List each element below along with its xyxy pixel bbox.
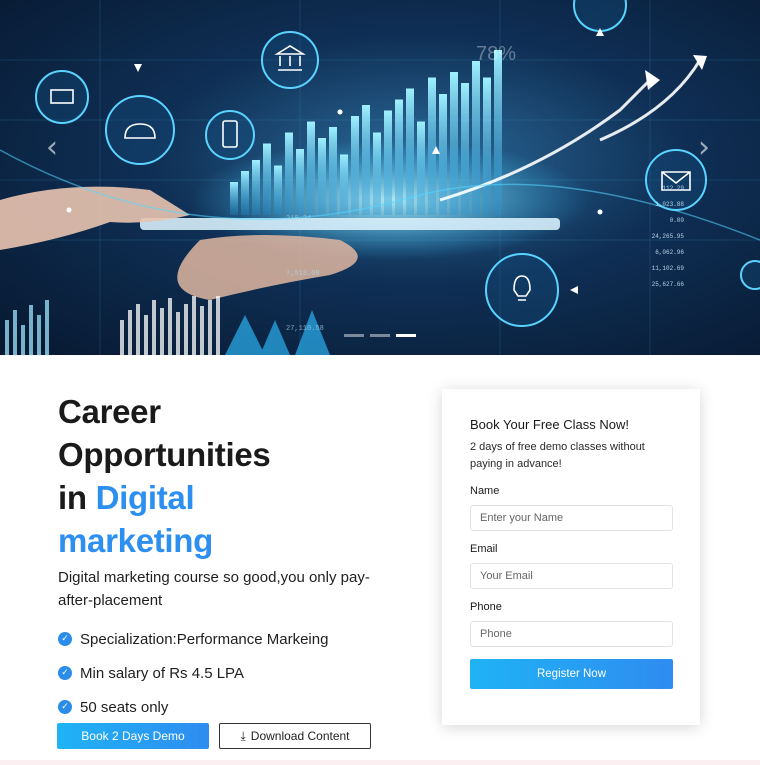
ticker-value: 25,627.66	[652, 281, 685, 288]
ticker-value: 24,265.95	[652, 233, 685, 240]
hero-bar	[373, 132, 381, 215]
hero-bar	[483, 77, 491, 215]
hero-bar	[395, 99, 403, 215]
feature-text: 50 seats only	[80, 698, 169, 716]
headline-line-3-prefix: in	[58, 479, 87, 516]
hero-bar	[252, 160, 260, 215]
hero-banner: 112.29 1,023.88 0.00 24,265.95 6,062.96 11,10…	[0, 0, 760, 355]
check-circle-icon: ✓	[58, 632, 72, 646]
bottom-strip	[0, 760, 760, 765]
name-label: Name	[470, 485, 500, 497]
download-content-label: Download Content	[250, 729, 350, 743]
check-circle-icon: ✓	[58, 700, 72, 714]
register-button[interactable]: Register Now	[470, 659, 673, 689]
carousel-next-icon[interactable]: ›	[698, 130, 710, 165]
form-subtitle: 2 days of free demo classes without payi…	[470, 441, 645, 470]
headline-subtext: Digital marketing course so good,you onl…	[58, 569, 370, 609]
hero-bar	[384, 110, 392, 215]
headline-accent-digital: Digital	[95, 479, 195, 516]
headline-line-2: Opportunities	[58, 436, 271, 473]
phone-field[interactable]	[470, 621, 673, 647]
feature-list: ✓ Specialization:Performance Markeing ✓ …	[58, 622, 328, 724]
hero-bar	[362, 105, 370, 215]
hero-bar	[472, 61, 480, 215]
phone-label: Phone	[470, 601, 502, 613]
page-headline: Career Opportunities in Digital marketin…	[58, 390, 388, 562]
hero-percent-overlay: 78%	[476, 43, 516, 65]
feature-item: ✓ Min salary of Rs 4.5 LPA	[58, 656, 328, 690]
hero-bar	[351, 116, 359, 215]
carousel-dot-2[interactable]	[370, 334, 390, 337]
download-icon: ⤓	[240, 728, 246, 743]
carousel-dot-3[interactable]	[396, 334, 416, 337]
headline-line-1: Career	[58, 393, 161, 430]
hero-bar	[494, 50, 502, 215]
ticker-value: 11,102.69	[652, 265, 685, 272]
hero-bar	[417, 121, 425, 215]
form-title: Book Your Free Class Now!	[470, 417, 629, 432]
hero-bar	[406, 88, 414, 215]
book-demo-button[interactable]: Book 2 Days Demo	[57, 723, 209, 749]
chart-number: 210.24	[286, 215, 311, 223]
ticker-value: 1,023.88	[655, 201, 684, 208]
chart-number: 7,513.08	[286, 270, 320, 278]
feature-text: Min salary of Rs 4.5 LPA	[80, 664, 244, 682]
hero-bar	[274, 165, 282, 215]
hero-bar	[263, 143, 271, 215]
hero-bar	[318, 138, 326, 215]
hand-right-shape	[177, 235, 358, 300]
ticker-value: 0.00	[670, 217, 685, 224]
carousel-dots	[344, 334, 416, 337]
hero-bar	[285, 132, 293, 215]
hero-bar	[428, 77, 436, 215]
hero-bar	[230, 182, 238, 215]
feature-item: ✓ 50 seats only	[58, 690, 328, 724]
feature-text: Specialization:Performance Markeing	[80, 630, 329, 648]
hero-bar	[340, 154, 348, 215]
hero-small-bars	[5, 296, 220, 355]
email-label: Email	[470, 543, 498, 555]
feature-item: ✓ Specialization:Performance Markeing	[58, 622, 328, 656]
chart-number: 27,110.58	[286, 325, 324, 333]
carousel-dot-1[interactable]	[344, 334, 364, 337]
hero-bar	[461, 83, 469, 215]
download-content-button[interactable]: ⤓ Download Content	[219, 723, 371, 749]
check-circle-icon: ✓	[58, 666, 72, 680]
hero-bar	[296, 149, 304, 215]
carousel-prev-icon[interactable]: ‹	[46, 130, 58, 165]
tablet-shape	[140, 218, 560, 230]
booking-form-card: Book Your Free Class Now! 2 days of free…	[442, 389, 700, 725]
ticker-value: 112.29	[662, 185, 684, 192]
hero-bar	[241, 171, 249, 215]
hero-bar	[307, 121, 315, 215]
ticker-value: 6,062.96	[655, 249, 684, 256]
email-field[interactable]	[470, 563, 673, 589]
hero-bar	[329, 127, 337, 215]
hero-illustration: 112.29 1,023.88 0.00 24,265.95 6,062.96 11,10…	[0, 0, 760, 355]
headline-accent-marketing: marketing	[58, 522, 214, 559]
name-field[interactable]	[470, 505, 673, 531]
hero-ticker: 112.29 1,023.88 0.00 24,265.95 6,062.96 11,10…	[652, 185, 685, 288]
